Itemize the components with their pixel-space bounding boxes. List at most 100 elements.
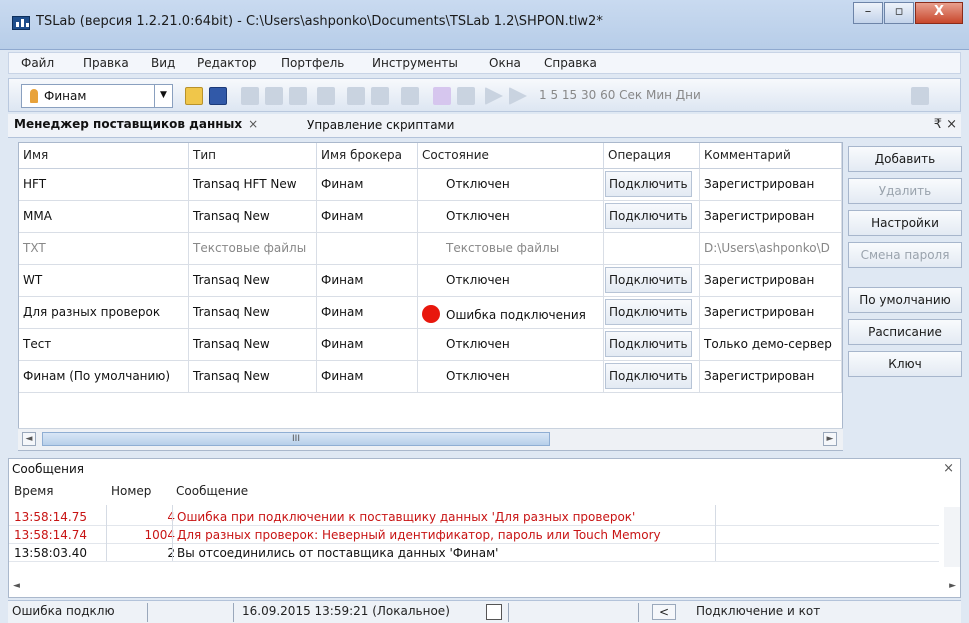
msg-col-time[interactable]: Время	[14, 484, 54, 498]
connect-button[interactable]: Подключить	[605, 267, 692, 293]
cell-state: Отключен	[418, 265, 604, 296]
chart-icon[interactable]	[433, 87, 451, 105]
menu-tools[interactable]: Инструменты	[372, 56, 458, 70]
close-button[interactable]: X	[915, 2, 963, 24]
cell-name: MMA	[19, 201, 189, 232]
schedule-button[interactable]: Расписание	[848, 319, 962, 345]
table-row[interactable]: Тест Transaq New Финам Отключен Подключи…	[19, 329, 842, 361]
cell-comment: Зарегистрирован	[700, 169, 842, 200]
step-icon[interactable]	[509, 87, 527, 105]
table-row[interactable]: Для разных проверок Transaq New Финам Ош…	[19, 297, 842, 329]
save-icon[interactable]	[209, 87, 227, 105]
add-button[interactable]: Добавить	[848, 146, 962, 172]
cell-broker	[317, 233, 418, 264]
cell-state: Отключен	[418, 361, 604, 392]
table-row[interactable]: HFT Transaq HFT New Финам Отключен Подкл…	[19, 169, 842, 201]
msg-col-message[interactable]: Сообщение	[176, 484, 248, 498]
connect-button[interactable]: Подключить	[605, 331, 692, 357]
key-button[interactable]: Ключ	[848, 351, 962, 377]
menu-help[interactable]: Справка	[544, 56, 597, 70]
connect-button[interactable]: Подключить	[605, 299, 692, 325]
copy-icon[interactable]	[241, 87, 259, 105]
scroll-left-icon[interactable]: ◄	[13, 581, 20, 591]
status-divider	[233, 603, 234, 622]
menu-edit[interactable]: Правка	[83, 56, 129, 70]
cut-icon[interactable]	[265, 87, 283, 105]
minimize-button[interactable]: –	[853, 2, 883, 24]
cell-operation	[604, 233, 700, 264]
connect-button[interactable]: Подключить	[605, 363, 692, 389]
messages-vertical-scrollbar[interactable]	[944, 507, 960, 567]
menu-portfolio[interactable]: Портфель	[281, 56, 344, 70]
cell-comment: Зарегистрирован	[700, 297, 842, 328]
open-folder-icon[interactable]	[185, 87, 203, 105]
timeframe-buttons[interactable]: 1 5 15 30 60 Сек Мин Дни	[539, 88, 701, 102]
menu-windows[interactable]: Окна	[489, 56, 521, 70]
cell-comment: Зарегистрирован	[700, 201, 842, 232]
message-row[interactable]: 13:58:03.40 2 Вы отсоединились от постав…	[9, 545, 939, 562]
scroll-left-icon[interactable]: ◄	[22, 432, 36, 446]
redo-icon[interactable]	[371, 87, 389, 105]
default-button[interactable]: По умолчанию	[848, 287, 962, 313]
col-header-type[interactable]: Тип	[189, 143, 317, 169]
cell-broker: Финам	[317, 169, 418, 200]
provider-combo[interactable]: Финам ▼	[21, 84, 173, 108]
play-icon[interactable]	[485, 87, 503, 105]
msg-text: Вы отсоединились от поставщика данных 'Ф…	[177, 546, 499, 560]
delete-button[interactable]: Удалить	[848, 178, 962, 204]
table-row[interactable]: WT Transaq New Финам Отключен Подключить…	[19, 265, 842, 297]
connect-button[interactable]: Подключить	[605, 171, 692, 197]
paste-icon[interactable]	[289, 87, 307, 105]
notebook-icon[interactable]	[486, 604, 502, 620]
table-row[interactable]: MMA Transaq New Финам Отключен Подключит…	[19, 201, 842, 233]
msg-col-number[interactable]: Номер	[111, 484, 151, 498]
change-password-button[interactable]: Смена пароля	[848, 242, 962, 268]
status-datetime: 16.09.2015 13:59:21 (Локальное)	[242, 604, 450, 618]
col-header-broker[interactable]: Имя брокера	[317, 143, 418, 169]
menu-editor[interactable]: Редактор	[197, 56, 256, 70]
save-disabled-icon[interactable]	[911, 87, 929, 105]
tab-close-icon[interactable]: ×	[248, 117, 258, 131]
menu-view[interactable]: Вид	[151, 56, 175, 70]
scroll-right-icon[interactable]: ►	[823, 432, 837, 446]
cell-type: Transaq New	[189, 201, 317, 232]
tab-data-providers[interactable]: Менеджер поставщиков данных ×	[14, 117, 258, 131]
col-header-operation[interactable]: Операция	[604, 143, 700, 169]
table-row[interactable]: Финам (По умолчанию) Transaq New Финам О…	[19, 361, 842, 393]
messages-horizontal-scrollbar[interactable]: ◄ ►	[9, 581, 960, 595]
msg-text: Для разных проверок: Неверный идентифика…	[177, 528, 661, 542]
properties-icon[interactable]	[401, 87, 419, 105]
cell-state: Отключен	[418, 169, 604, 200]
tslab-app-icon	[12, 16, 30, 30]
settings-button[interactable]: Настройки	[848, 210, 962, 236]
column-divider	[106, 505, 107, 561]
message-row[interactable]: 13:58:14.74 1004 Для разных проверок: Не…	[9, 527, 939, 544]
message-row[interactable]: 13:58:14.75 4 Ошибка при подключении к п…	[9, 509, 939, 526]
grid-horizontal-scrollbar[interactable]: ◄ III ►	[18, 428, 843, 450]
cell-type: Transaq New	[189, 265, 317, 296]
status-nav-left-button[interactable]: <	[652, 604, 677, 620]
messages-close-icon[interactable]: ×	[943, 461, 954, 476]
col-header-state[interactable]: Состояние	[418, 143, 604, 169]
layout-icon[interactable]	[457, 87, 475, 105]
menu-file[interactable]: Файл	[21, 56, 54, 70]
msg-time: 13:58:14.74	[14, 528, 87, 542]
pane-pin-close-icon[interactable]: ₹ ×	[934, 117, 957, 132]
toolbar: Финам ▼ 1 5 15 30 60 Сек Мин Дни	[8, 78, 961, 112]
table-row[interactable]: TXT Текстовые файлы Текстовые файлы D:\U…	[19, 233, 842, 265]
messages-pane: Сообщения × Время Номер Сообщение 13:58:…	[8, 458, 961, 598]
scroll-right-icon[interactable]: ►	[949, 581, 956, 591]
tab-script-management[interactable]: Управление скриптами	[307, 118, 454, 132]
maximize-button[interactable]: ▫	[884, 2, 914, 24]
cell-type: Transaq New	[189, 361, 317, 392]
undo-icon[interactable]	[347, 87, 365, 105]
menu-bar: Файл Правка Вид Редактор Портфель Инстру…	[8, 52, 961, 74]
scroll-thumb[interactable]: III	[42, 432, 550, 446]
cell-comment: D:\Users\ashponko\D	[700, 233, 842, 264]
col-header-comment[interactable]: Комментарий	[700, 143, 842, 169]
col-header-name[interactable]: Имя	[19, 143, 189, 169]
delete-icon[interactable]	[317, 87, 335, 105]
chevron-down-icon[interactable]: ▼	[154, 85, 172, 107]
connect-button[interactable]: Подключить	[605, 203, 692, 229]
tab-data-providers-label: Менеджер поставщиков данных	[14, 117, 243, 131]
